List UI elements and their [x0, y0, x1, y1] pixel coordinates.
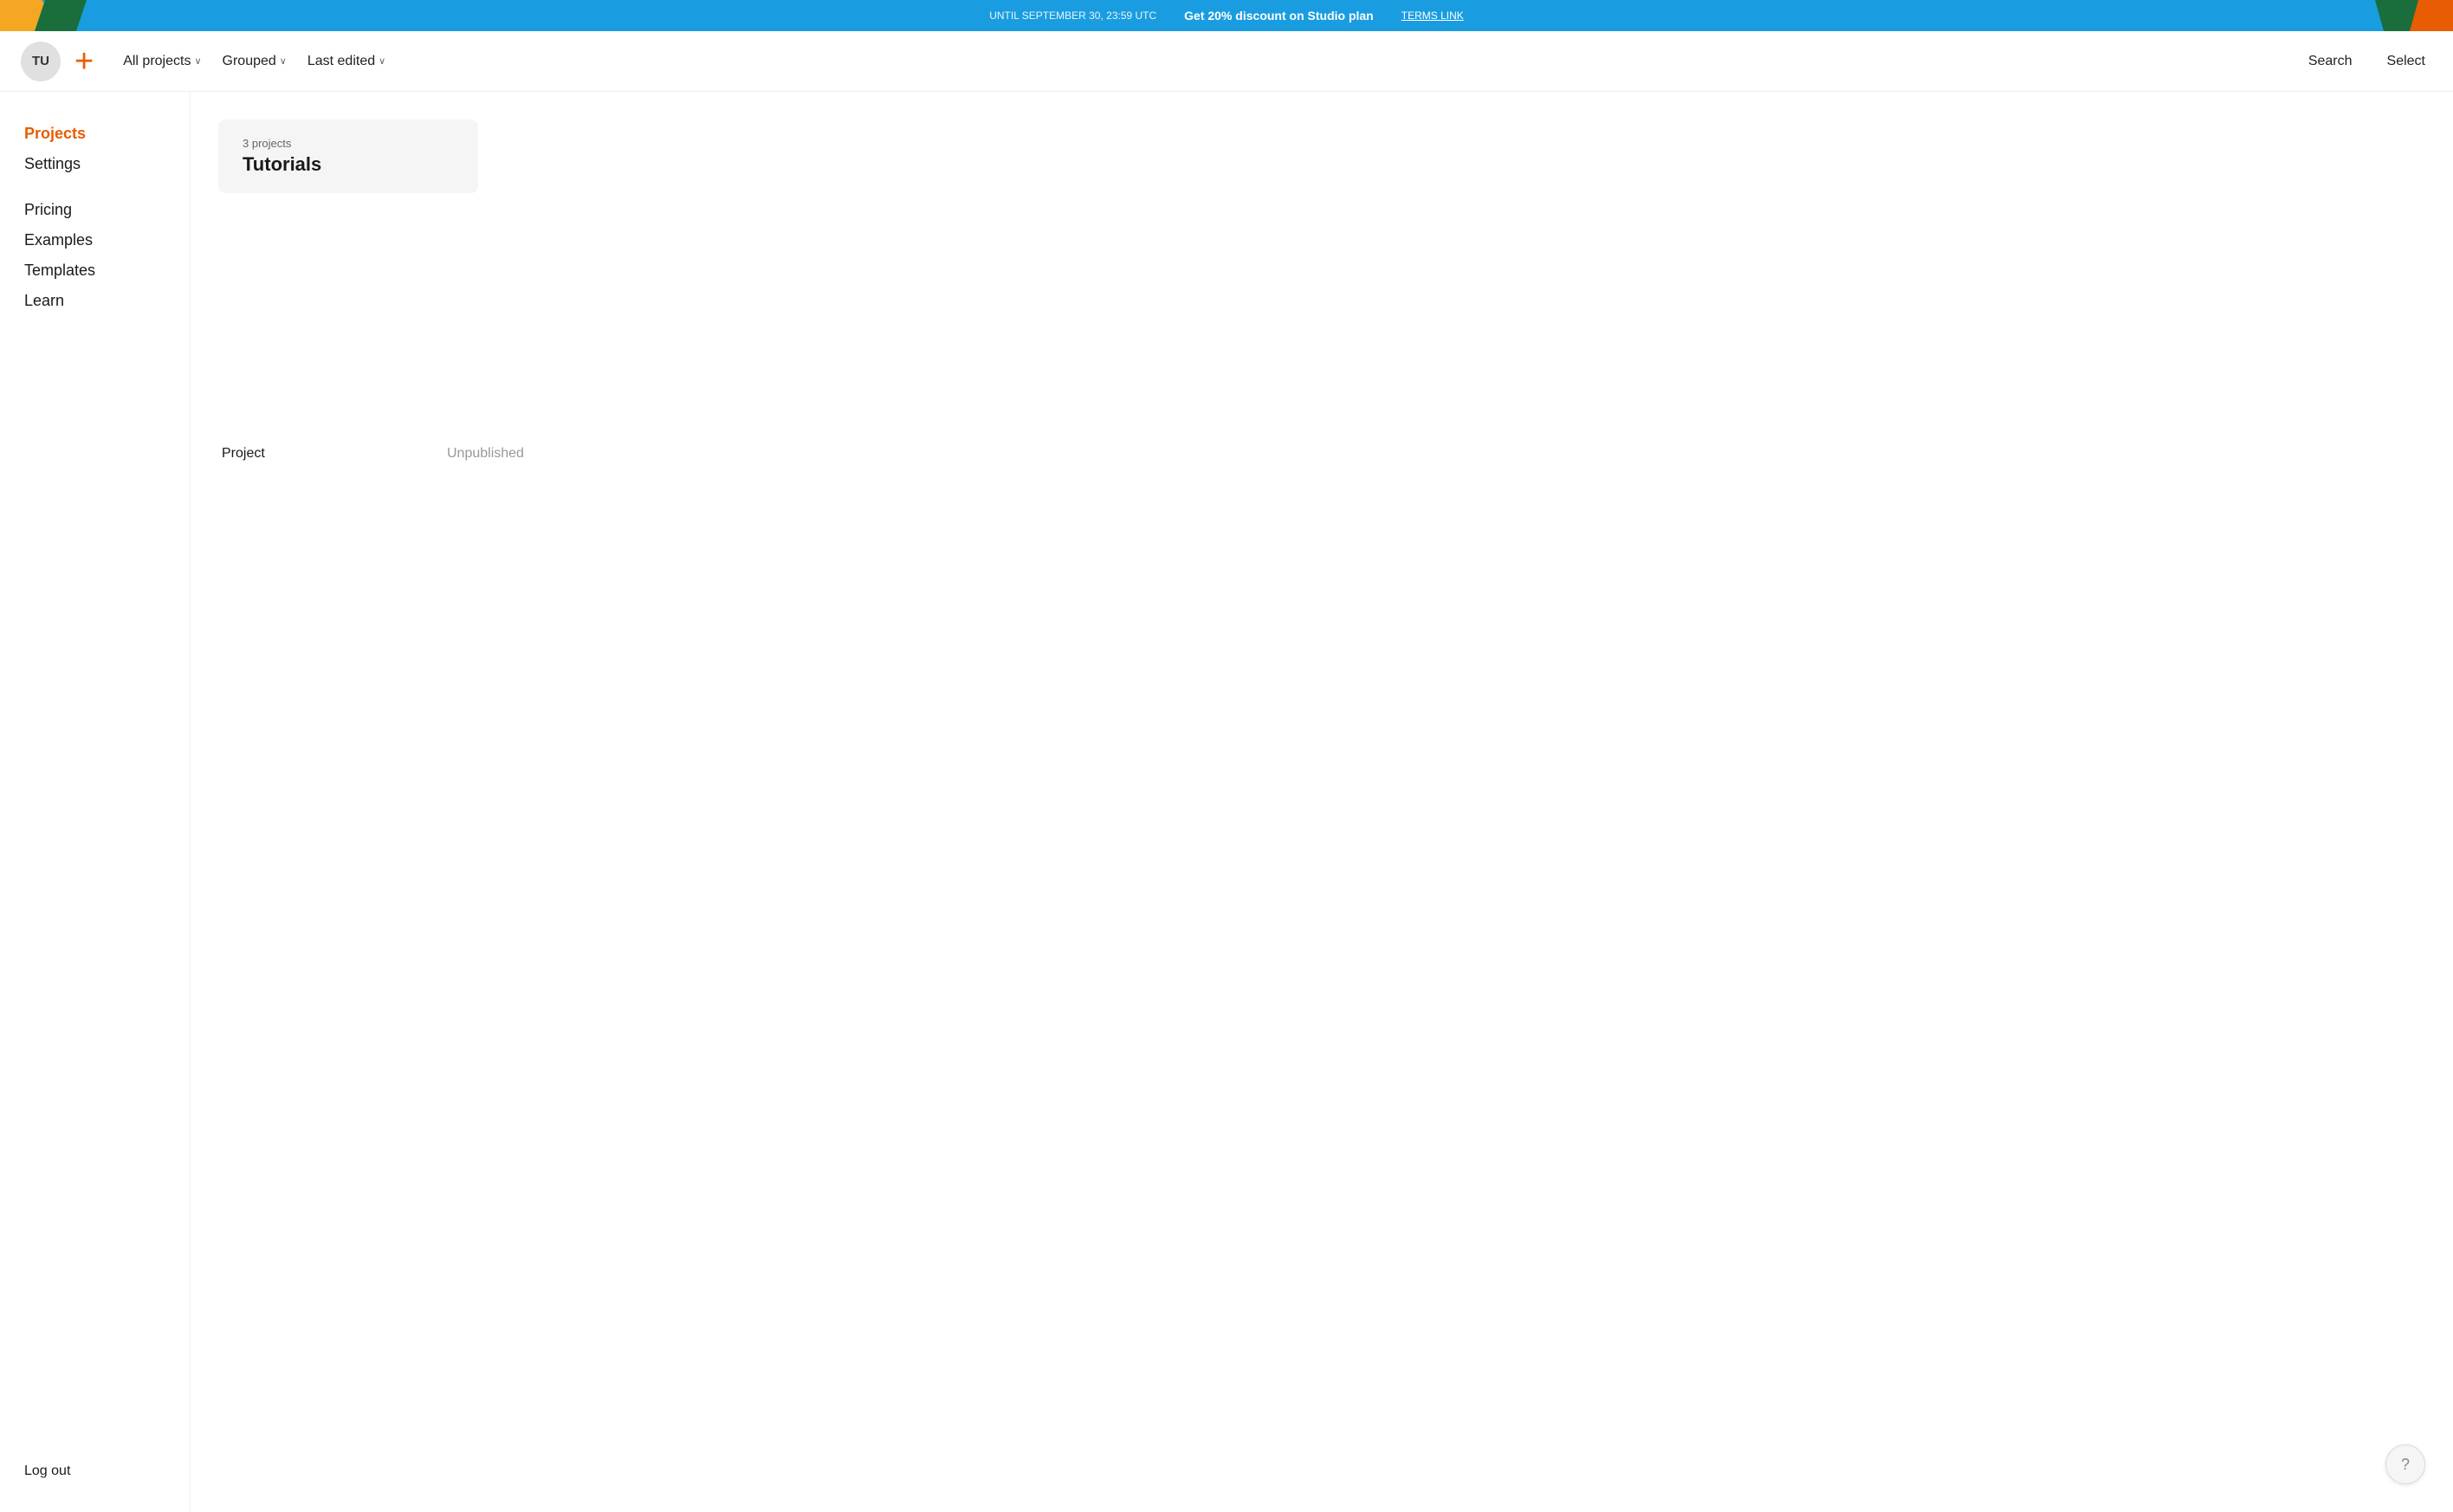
help-button[interactable]: ? [2385, 1444, 2425, 1484]
sidebar-projects-label: Projects [24, 125, 86, 142]
sidebar-settings-label: Settings [24, 155, 81, 172]
banner-until-text: UNTIL SEPTEMBER 30, 23:59 UTC [989, 10, 1156, 22]
banner-left-decor [0, 0, 104, 31]
last-edited-chevron: ∨ [379, 55, 385, 67]
sidebar: Projects Settings Pricing Examples Templ… [0, 92, 191, 1512]
banner-content: UNTIL SEPTEMBER 30, 23:59 UTC Get 20% di… [989, 9, 1464, 23]
logout-button[interactable]: Log out [21, 1458, 169, 1484]
sidebar-item-settings[interactable]: Settings [21, 150, 169, 178]
help-icon: ? [2401, 1456, 2410, 1474]
select-button[interactable]: Select [2380, 48, 2432, 74]
group-title: Tutorials [243, 153, 454, 176]
main-header: TU + All projects ∨ Grouped ∨ Last edite… [0, 31, 2453, 92]
tutorials-group-card[interactable]: 3 projects Tutorials [218, 120, 478, 193]
sidebar-item-learn[interactable]: Learn [21, 287, 169, 315]
project-list-area: Project Unpublished [218, 436, 2425, 472]
plus-icon: + [74, 45, 94, 78]
header-nav: All projects ∨ Grouped ∨ Last edited ∨ [114, 48, 394, 74]
search-button[interactable]: Search [2301, 48, 2359, 74]
all-projects-label: All projects [123, 54, 191, 69]
sidebar-templates-label: Templates [24, 262, 95, 279]
all-projects-chevron: ∨ [194, 55, 201, 67]
sidebar-item-examples[interactable]: Examples [21, 226, 169, 255]
last-edited-dropdown[interactable]: Last edited ∨ [299, 48, 394, 74]
new-project-button[interactable]: + [74, 45, 94, 78]
promo-banner: UNTIL SEPTEMBER 30, 23:59 UTC Get 20% di… [0, 0, 2453, 31]
avatar[interactable]: TU [21, 42, 61, 81]
sidebar-item-templates[interactable]: Templates [21, 256, 169, 285]
grouped-chevron: ∨ [280, 55, 287, 67]
sidebar-divider [21, 180, 169, 194]
last-edited-label: Last edited [307, 54, 375, 69]
sidebar-examples-label: Examples [24, 231, 93, 249]
table-row[interactable]: Project Unpublished [218, 436, 2425, 472]
banner-right-decor [2349, 0, 2453, 31]
all-projects-dropdown[interactable]: All projects ∨ [114, 48, 210, 74]
banner-cta-text: Get 20% discount on Studio plan [1184, 9, 1374, 23]
banner-terms-link[interactable]: TERMS LINK [1401, 10, 1464, 22]
sidebar-pricing-label: Pricing [24, 201, 72, 218]
header-right: Search Select [2301, 48, 2432, 74]
project-status: Unpublished [447, 446, 524, 462]
grouped-dropdown[interactable]: Grouped ∨ [214, 48, 295, 74]
project-name: Project [222, 446, 326, 462]
group-project-count: 3 projects [243, 137, 454, 150]
grouped-label: Grouped [223, 54, 276, 69]
main-content: 3 projects Tutorials Project Unpublished [191, 92, 2453, 1512]
app-body: Projects Settings Pricing Examples Templ… [0, 92, 2453, 1512]
sidebar-item-projects[interactable]: Projects [21, 120, 169, 148]
sidebar-item-pricing[interactable]: Pricing [21, 196, 169, 224]
sidebar-main-nav: Projects Settings Pricing Examples Templ… [21, 120, 169, 315]
sidebar-learn-label: Learn [24, 292, 64, 309]
